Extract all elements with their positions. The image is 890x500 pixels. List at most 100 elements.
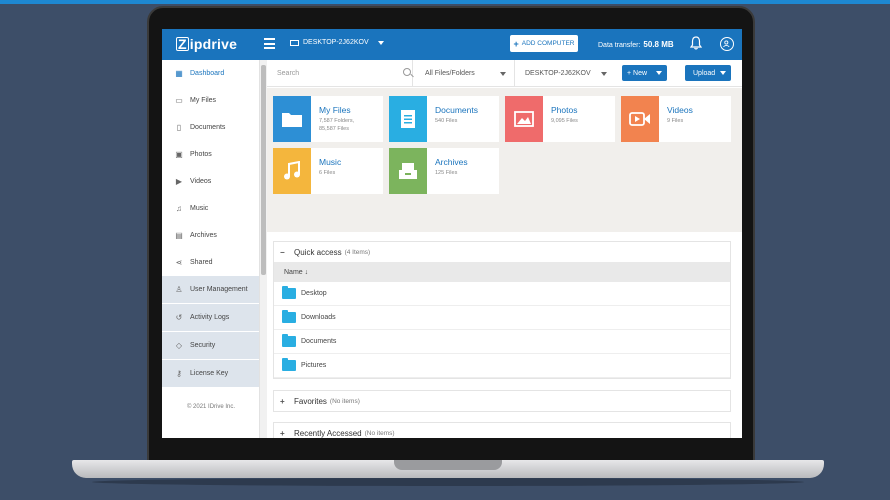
folder-name: Documents [301,338,337,345]
sidebar-item-shared[interactable]: ⋖ Shared [162,249,259,276]
sidebar: ▦ Dashboard ▭ My Files ▯ Documents ▣ Photos ▶ Vid… [162,60,260,438]
folder-name: Desktop [301,290,327,297]
monitor-icon [290,39,299,46]
zipdrive-logo[interactable]: Zipdrive [176,36,237,52]
sidebar-item-activity-logs[interactable]: ↺ Activity Logs [162,304,259,332]
main-content: Search All Files/Folders DESKTOP-2J62KOV… [267,60,742,438]
category-card-archives[interactable]: Archives 125 Files [389,148,499,194]
expand-icon[interactable]: + [280,429,288,438]
category-cards: My Files 7,587 Folders, 85,587 Files Docum… [267,88,742,232]
new-button[interactable]: + New [622,65,667,81]
sidebar-item-videos[interactable]: ▶ Videos [162,168,259,195]
quick-access-panel: − Quick access (4 Items) Name ↓ Desktop D… [273,241,731,379]
sidebar-scrollbar[interactable] [260,60,267,438]
user-avatar-icon[interactable] [720,37,734,51]
top-stripe [0,0,890,4]
sidebar-item-security[interactable]: ◇ Security [162,332,259,360]
archive-icon: ▤ [175,231,183,240]
chevron-down-icon [377,40,384,45]
collapse-icon[interactable]: − [280,248,288,257]
category-count: 7,587 Folders, 85,587 Files [319,118,355,132]
sidebar-item-dashboard[interactable]: ▦ Dashboard [162,60,259,87]
files-icon: ▭ [175,96,183,105]
user-management-icon: ♙ [175,285,183,294]
category-title: Photos [551,105,578,115]
music-icon [273,148,311,194]
archive-icon [389,148,427,194]
sidebar-item-label: Music [190,205,209,212]
table-row[interactable]: Downloads [274,306,730,330]
add-computer-button[interactable]: + ADD COMPUTER [510,35,578,52]
sidebar-item-label: My Files [190,97,217,104]
video-icon: ▶ [175,177,183,186]
category-count: 125 Files [435,170,458,176]
table-row[interactable]: Desktop [274,282,730,306]
sidebar-item-my-files[interactable]: ▭ My Files [162,87,259,114]
toolbar: Search All Files/Folders DESKTOP-2J62KOV… [267,60,742,87]
quick-access-header[interactable]: − Quick access (4 Items) [274,242,730,262]
chevron-down-icon [656,71,662,75]
dashboard-icon: ▦ [175,69,183,78]
sidebar-item-label: License Key [190,370,229,377]
name-column-header[interactable]: Name ↓ [274,262,730,282]
category-card-music[interactable]: Music 6 Files [273,148,383,194]
sidebar-item-archives[interactable]: ▤ Archives [162,222,259,249]
photo-icon [505,96,543,142]
key-icon: ⚷ [176,369,182,378]
photo-icon: ▣ [175,150,183,159]
sidebar-item-label: Dashboard [190,70,225,77]
file-type-filter[interactable]: All Files/Folders [425,60,515,87]
favorites-panel[interactable]: + Favorites (No items) [273,390,731,412]
folder-icon [282,310,296,323]
category-card-documents[interactable]: Documents 540 Files [389,96,499,142]
sidebar-item-user-management[interactable]: ♙ User Management [162,276,259,304]
table-row[interactable]: Documents [274,330,730,354]
document-icon [389,96,427,142]
category-title: My Files [319,105,351,115]
category-card-photos[interactable]: Photos 9,095 Files [505,96,615,142]
shield-icon: ◇ [175,341,183,350]
music-icon: ♫ [176,204,182,213]
chevron-down-icon [601,72,607,76]
folder-name: Pictures [301,362,327,369]
sidebar-item-label: Documents [190,124,226,131]
bell-icon[interactable] [690,36,702,50]
category-card-videos[interactable]: Videos 9 Files [621,96,731,142]
sidebar-item-label: Security [190,342,216,349]
scrollbar-thumb[interactable] [261,65,266,275]
computer-selector[interactable]: DESKTOP-2J62KOV [290,39,384,46]
computer-filter[interactable]: DESKTOP-2J62KOV [525,60,615,87]
category-card-my-files[interactable]: My Files 7,587 Folders, 85,587 Files [273,96,383,142]
expand-icon[interactable]: + [280,397,288,406]
category-title: Documents [435,105,478,115]
plus-icon: + [513,38,519,49]
upload-button[interactable]: Upload [685,65,731,81]
video-icon [621,96,659,142]
search-icon[interactable] [403,68,411,76]
folder-icon [282,286,296,299]
menu-icon[interactable] [264,38,275,49]
data-transfer-status: Data transfer: 50.8 MB [598,40,674,49]
table-row[interactable]: Pictures [274,354,730,378]
sidebar-item-license-key[interactable]: ⚷ License Key [162,360,259,388]
category-title: Videos [667,105,693,115]
sidebar-item-label: Videos [190,178,212,185]
chevron-down-icon [720,71,726,75]
document-icon: ▯ [176,123,182,132]
sidebar-item-label: Archives [190,232,217,239]
recently-accessed-panel[interactable]: + Recently Accessed (No items) [273,422,731,438]
sidebar-item-label: User Management [190,286,248,293]
category-count: 540 Files [435,118,458,124]
sidebar-item-music[interactable]: ♫ Music [162,195,259,222]
laptop-notch [394,460,502,470]
folder-icon [282,358,296,371]
share-icon: ⋖ [175,258,183,267]
sidebar-item-documents[interactable]: ▯ Documents [162,114,259,141]
sidebar-item-label: Activity Logs [190,314,230,321]
search-input[interactable]: Search [271,60,413,87]
computer-name: DESKTOP-2J62KOV [303,39,369,46]
laptop-shadow [92,478,804,486]
top-bar: Zipdrive DESKTOP-2J62KOV + ADD COMPUTER D… [162,29,742,60]
sidebar-item-photos[interactable]: ▣ Photos [162,141,259,168]
category-count: 9,095 Files [551,118,578,124]
